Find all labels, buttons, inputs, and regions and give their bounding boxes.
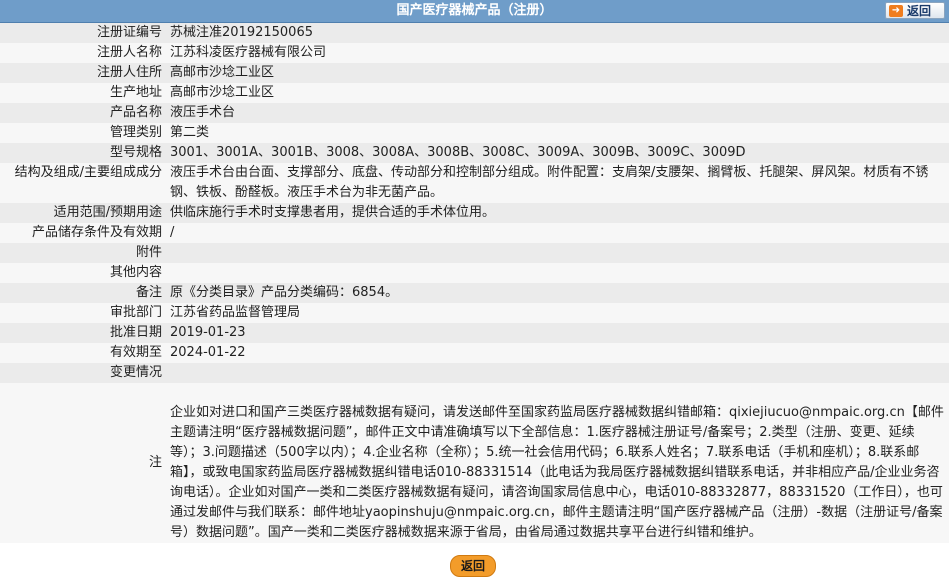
back-button-bottom[interactable]: 返回 [450, 555, 496, 577]
field-label: 管理类别 [0, 123, 168, 143]
field-value: 供临床施行手术时支撑患者用，提供合适的手术体位用。 [168, 203, 949, 223]
table-row: 结构及组成/主要组成成分 液压手术台由台面、支撑部分、底盘、传动部分和控制部分组成… [0, 163, 949, 203]
field-value: 高邮市沙埝工业区 [168, 83, 949, 103]
field-label: 型号规格 [0, 143, 168, 163]
field-label: 注册人住所 [0, 63, 168, 83]
field-label: 有效期至 [0, 343, 168, 363]
field-label: 生产地址 [0, 83, 168, 103]
field-label: 变更情况 [0, 363, 168, 383]
field-value: / [168, 223, 949, 243]
table-row: 注册人名称 江苏科凌医疗器械有限公司 [0, 43, 949, 63]
field-value: 江苏科凌医疗器械有限公司 [168, 43, 949, 63]
field-label: 结构及组成/主要组成成分 [0, 163, 168, 203]
table-row: 型号规格 3001、3001A、3001B、3008、3008A、3008B、30… [0, 143, 949, 163]
field-label: 审批部门 [0, 303, 168, 323]
field-value: 江苏省药品监督管理局 [168, 303, 949, 323]
field-value: 企业如对进口和国产三类医疗器械数据有疑问，请发送邮件至国家药监局医疗器械数据纠错… [168, 383, 949, 543]
back-arrow-icon: ➜ [889, 4, 903, 17]
page-footer: 返回 [0, 543, 949, 577]
field-label: 注册证编号 [0, 23, 168, 43]
field-value: 第二类 [168, 123, 949, 143]
table-row: 管理类别 第二类 [0, 123, 949, 143]
field-value: 高邮市沙埝工业区 [168, 63, 949, 83]
table-row: 变更情况 [0, 363, 949, 383]
field-value [168, 263, 949, 283]
table-row: 批准日期 2019-01-23 [0, 323, 949, 343]
table-row: 备注 原《分类目录》产品分类编码：6854。 [0, 283, 949, 303]
field-value: 液压手术台 [168, 103, 949, 123]
field-label: 其他内容 [0, 263, 168, 283]
table-row: 产品名称 液压手术台 [0, 103, 949, 123]
field-value: 2019-01-23 [168, 323, 949, 343]
field-value: 液压手术台由台面、支撑部分、底盘、传动部分和控制部分组成。附件配置：支肩架/支腰… [168, 163, 949, 203]
field-label: 适用范围/预期用途 [0, 203, 168, 223]
table-row: 生产地址 高邮市沙埝工业区 [0, 83, 949, 103]
table-row: 适用范围/预期用途 供临床施行手术时支撑患者用，提供合适的手术体位用。 [0, 203, 949, 223]
field-label: 产品储存条件及有效期 [0, 223, 168, 243]
back-button-label: 返回 [907, 4, 932, 18]
field-label: 批准日期 [0, 323, 168, 343]
table-row: 附件 [0, 243, 949, 263]
table-row: 注册证编号 苏械注准20192150065 [0, 23, 949, 43]
page-header: 国产医疗器械产品（注册） ➜ 返回 [0, 0, 949, 23]
field-label: 备注 [0, 283, 168, 303]
field-label: 产品名称 [0, 103, 168, 123]
field-value: 2024-01-22 [168, 343, 949, 363]
field-value [168, 243, 949, 263]
field-value: 原《分类目录》产品分类编码：6854。 [168, 283, 949, 303]
table-row: 产品储存条件及有效期 / [0, 223, 949, 243]
page-title: 国产医疗器械产品（注册） [396, 3, 553, 18]
field-value [168, 363, 949, 383]
field-label: 注 [0, 383, 168, 543]
table-row: 审批部门 江苏省药品监督管理局 [0, 303, 949, 323]
table-row: 注册人住所 高邮市沙埝工业区 [0, 63, 949, 83]
detail-table: 注册证编号 苏械注准20192150065 注册人名称 江苏科凌医疗器械有限公司 注册人… [0, 23, 949, 543]
field-label: 注册人名称 [0, 43, 168, 63]
field-value: 苏械注准20192150065 [168, 23, 949, 43]
table-row: 其他内容 [0, 263, 949, 283]
field-value: 3001、3001A、3001B、3008、3008A、3008B、3008C、… [168, 143, 949, 163]
table-row-note: 注 企业如对进口和国产三类医疗器械数据有疑问，请发送邮件至国家药监局医疗器械数据… [0, 383, 949, 543]
back-button-top[interactable]: ➜ 返回 [885, 2, 945, 19]
field-label: 附件 [0, 243, 168, 263]
table-row: 有效期至 2024-01-22 [0, 343, 949, 363]
